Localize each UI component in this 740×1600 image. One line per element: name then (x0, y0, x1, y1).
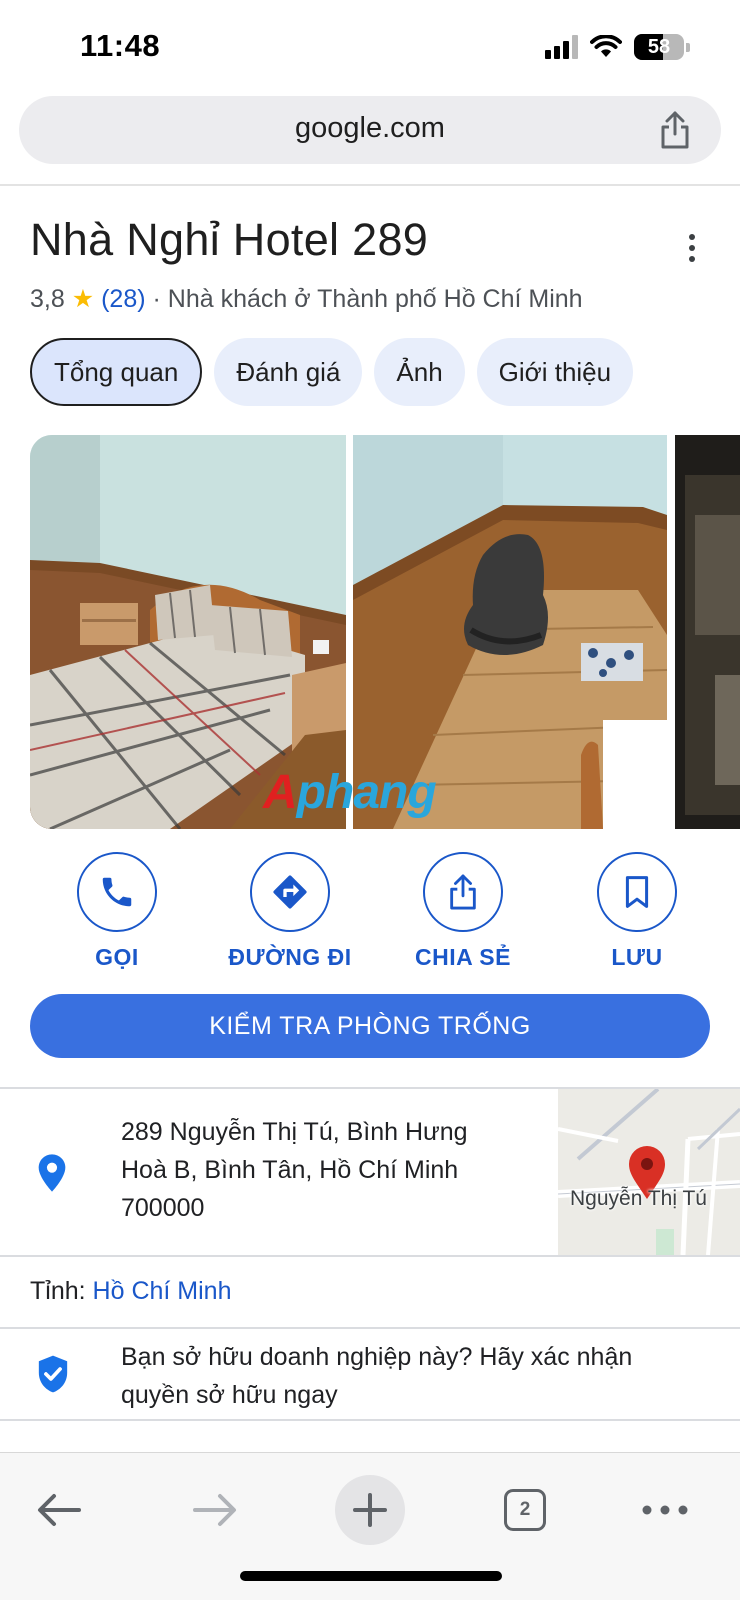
forward-button[interactable] (180, 1475, 250, 1545)
back-button[interactable] (24, 1475, 94, 1545)
more-options-icon[interactable] (686, 234, 698, 262)
directions-icon (273, 875, 307, 909)
tab-photos[interactable]: Ảnh (374, 338, 465, 406)
review-count-link[interactable]: (28) (101, 285, 145, 313)
save-label: LƯU (611, 944, 663, 970)
divider (0, 184, 740, 186)
separator: · (152, 285, 161, 313)
wifi-icon (590, 35, 622, 57)
address-bar[interactable]: google.com (19, 96, 721, 164)
province-label: Tỉnh: (30, 1277, 86, 1305)
forward-arrow-icon (193, 1494, 236, 1526)
photo-exterior[interactable] (675, 435, 740, 829)
status-time: 11:48 (80, 28, 161, 63)
url-text[interactable]: google.com (19, 112, 721, 145)
address-row[interactable]: 289 Nguyễn Thị Tú, Bình Hưng Hoà B, Bình… (0, 1089, 740, 1255)
menu-button[interactable] (630, 1475, 700, 1545)
tab-count: 2 (504, 1489, 546, 1531)
address-text: 289 Nguyễn Thị Tú, Bình Hưng Hoà B, Bình… (121, 1118, 468, 1222)
phone-icon (102, 877, 132, 907)
directions-button[interactable]: ĐƯỜNG ĐI (210, 852, 370, 971)
rating-line: 3,8 ★ (28) · Nhà khách ở Thành phố Hồ Ch… (30, 284, 583, 314)
share-button[interactable]: CHIA SẺ (383, 852, 543, 971)
tab-bar: Tổng quan Đánh giá Ảnh Giới thiệu (30, 338, 634, 406)
tab-reviews[interactable]: Đánh giá (214, 338, 363, 406)
watermark-logo: Aphang (263, 766, 437, 819)
tab-overview[interactable]: Tổng quan (30, 338, 203, 406)
tab-about[interactable]: Giới thiệu (476, 338, 634, 406)
back-arrow-icon (38, 1494, 81, 1526)
battery-icon: 58 (634, 34, 690, 60)
divider (0, 1327, 740, 1329)
cellular-signal-icon (545, 35, 578, 59)
plus-icon (353, 1493, 387, 1527)
star-icon: ★ (71, 285, 95, 313)
directions-label: ĐƯỜNG ĐI (228, 944, 352, 970)
rating-value: 3,8 (30, 285, 65, 313)
map-street-label: Nguyễn Thị Tú (570, 1187, 707, 1210)
status-bar: 11:48 58 (0, 0, 740, 96)
action-buttons: GỌI ĐƯỜNG ĐI CHIA SẺ LƯU (0, 852, 740, 972)
bookmark-icon (625, 876, 649, 908)
place-title: Nhà Nghỉ Hotel 289 (30, 214, 429, 265)
province-link[interactable]: Hồ Chí Minh (93, 1277, 232, 1305)
verified-shield-icon (38, 1355, 68, 1393)
map-thumbnail[interactable]: Nguyễn Thị Tú (558, 1089, 740, 1255)
status-icons: 58 (545, 34, 690, 60)
divider (0, 1419, 740, 1421)
check-availability-button[interactable]: KIỂM TRA PHÒNG TRỐNG (30, 994, 710, 1058)
tabs-button[interactable]: 2 (490, 1475, 560, 1545)
location-pin-icon (38, 1154, 66, 1192)
home-indicator[interactable] (240, 1571, 502, 1581)
share-icon (450, 874, 476, 910)
call-label: GỌI (95, 944, 139, 970)
save-button[interactable]: LƯU (557, 852, 717, 971)
place-category: Nhà khách ở Thành phố Hồ Chí Minh (167, 285, 583, 313)
province-row: Tỉnh: Hồ Chí Minh (30, 1277, 232, 1306)
divider (0, 1255, 740, 1257)
share-icon[interactable] (657, 110, 693, 150)
battery-percent: 58 (647, 36, 671, 58)
new-tab-button[interactable] (335, 1475, 405, 1545)
share-label: CHIA SẺ (415, 944, 511, 970)
call-button[interactable]: GỌI (37, 852, 197, 971)
claim-business-link[interactable]: Bạn sở hữu doanh nghiệp này? Hãy xác nhậ… (121, 1338, 701, 1414)
photo-carousel[interactable]: Aphang (30, 435, 740, 829)
more-horizontal-icon (642, 1505, 688, 1515)
